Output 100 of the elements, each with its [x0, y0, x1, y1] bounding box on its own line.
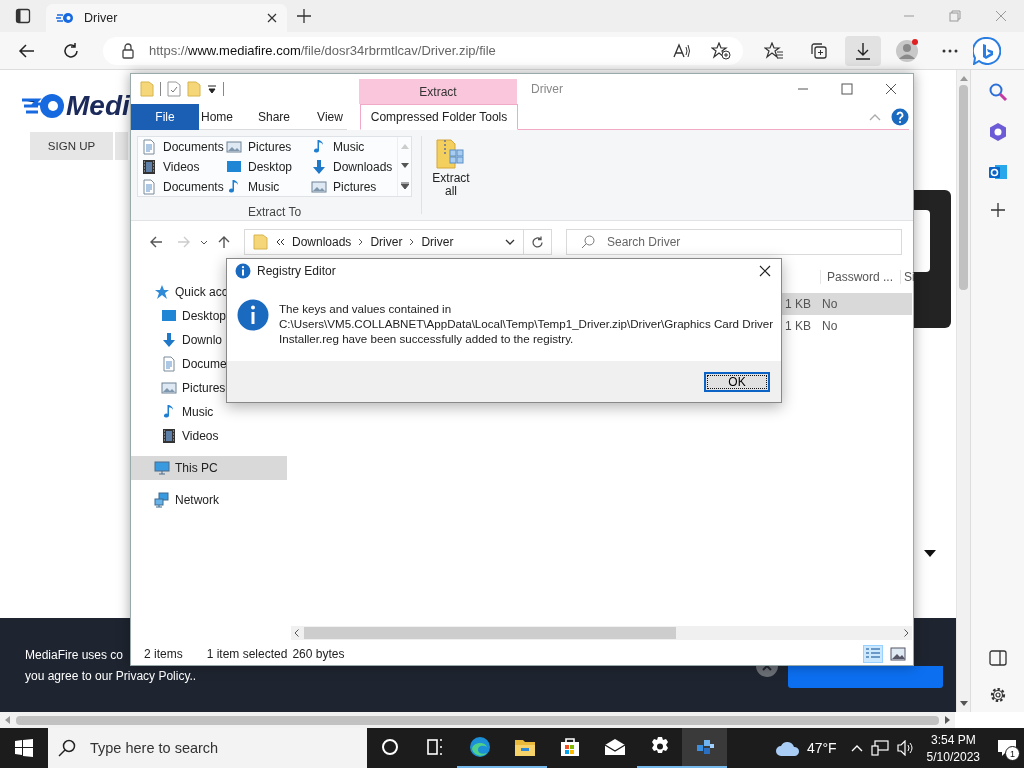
vertical-scrollbar[interactable] — [956, 70, 970, 712]
navigation-item[interactable]: Music — [131, 400, 287, 424]
horizontal-scrollbar[interactable] — [291, 626, 912, 640]
star-icon — [154, 284, 170, 300]
large-icons-view-button[interactable] — [888, 645, 908, 663]
navigation-item[interactable]: This PC — [131, 456, 287, 480]
new-tab-icon[interactable] — [297, 9, 311, 23]
overflow-chevron-icon[interactable] — [276, 238, 285, 246]
weather-temperature[interactable]: 47°F — [806, 740, 837, 756]
favorites-icon[interactable] — [764, 41, 784, 60]
column-header[interactable]: Password ... — [820, 270, 900, 284]
recent-dropdown-icon[interactable] — [200, 239, 208, 245]
window-title: Driver — [531, 82, 563, 96]
horizontal-scrollbar[interactable] — [0, 712, 955, 728]
network-icon[interactable] — [870, 740, 889, 756]
destination-item[interactable]: Pictures — [311, 177, 397, 197]
download-arrow-icon — [161, 332, 177, 348]
search-input[interactable]: Search Driver — [605, 234, 901, 250]
navigation-item[interactable]: Pictures — [131, 376, 287, 400]
navigation-item[interactable]: Network — [131, 488, 287, 512]
extract-all-button[interactable]: Extract all — [428, 136, 474, 208]
add-favorite-icon[interactable] — [711, 41, 731, 60]
read-aloud-icon[interactable] — [673, 42, 691, 59]
destination-item[interactable]: Documents — [141, 137, 226, 157]
close-tab-icon[interactable] — [267, 13, 277, 23]
search-icon — [58, 739, 76, 757]
refresh-button[interactable] — [524, 229, 552, 255]
clock-date[interactable]: 5/10/2023 — [926, 749, 980, 764]
windows-start-icon[interactable] — [15, 739, 33, 757]
refresh-icon[interactable] — [62, 41, 80, 60]
breadcrumb-item[interactable]: Driver — [421, 235, 454, 249]
scroll-left-icon[interactable] — [294, 629, 299, 637]
close-icon[interactable] — [885, 83, 897, 95]
destination-item[interactable]: Music — [311, 137, 397, 157]
download-arrow-icon — [311, 159, 327, 175]
properties-icon[interactable] — [167, 81, 181, 97]
customize-icon[interactable] — [207, 84, 217, 94]
scroll-right-icon[interactable] — [945, 716, 950, 724]
film-icon — [161, 428, 177, 444]
mail-app-icon[interactable] — [987, 162, 1008, 182]
scroll-right-icon[interactable] — [904, 629, 909, 637]
chevron-right-icon[interactable] — [358, 238, 364, 246]
downloads-button[interactable] — [845, 35, 881, 66]
status-text: 260 bytes — [292, 647, 345, 661]
sidebar-panel-icon[interactable] — [988, 650, 1007, 666]
more-icon[interactable] — [942, 48, 958, 53]
destination-item[interactable]: Downloads — [311, 157, 397, 177]
search-icon[interactable] — [987, 82, 1008, 102]
scrollbar-thumb[interactable] — [16, 715, 939, 725]
table-cell-text: 1 KB — [785, 297, 812, 311]
breadcrumb-item[interactable]: Driver — [370, 235, 403, 249]
network-icon — [154, 492, 170, 508]
back-icon[interactable] — [149, 235, 163, 249]
scroll-down-icon[interactable] — [400, 163, 409, 168]
breadcrumb-item[interactable]: Downloads — [292, 235, 352, 249]
destination-item[interactable]: Music — [226, 177, 311, 197]
sign-up-button[interactable]: SIGN UP — [30, 132, 113, 160]
address-field[interactable]: https://www.mediafire.com/file/dosr34rbrmtlcav/Driver.zip/file — [103, 36, 743, 65]
help-icon[interactable] — [891, 108, 909, 126]
add-icon[interactable] — [989, 202, 1006, 218]
collections-icon[interactable] — [810, 41, 828, 60]
clock-time[interactable]: 3:54 PM — [930, 732, 976, 747]
search-icon — [581, 235, 595, 249]
scroll-down-icon[interactable] — [959, 701, 968, 706]
more-icon[interactable] — [400, 182, 409, 189]
browser-icon[interactable] — [467, 735, 492, 759]
scrollbar-thumb[interactable] — [304, 627, 676, 639]
document-icon — [161, 356, 177, 372]
search-input[interactable]: Type here to search — [88, 739, 357, 757]
chat-bubble-icon[interactable] — [973, 36, 1001, 65]
hexagon-app-icon[interactable] — [987, 122, 1008, 142]
maximize-icon[interactable] — [841, 83, 853, 95]
tab-actions-icon[interactable] — [15, 8, 31, 24]
browser-tab[interactable]: Driver — [46, 4, 287, 32]
navigation-item[interactable]: Videos — [131, 424, 287, 448]
info-icon — [237, 299, 269, 331]
search-field[interactable]: Search Driver — [566, 229, 902, 255]
cloud-icon[interactable] — [774, 739, 801, 757]
profile-avatar[interactable] — [895, 38, 919, 63]
navigation-item[interactable]: Docume — [131, 352, 287, 376]
up-icon[interactable] — [217, 235, 231, 249]
address-bar[interactable]: Downloads Driver Driver — [244, 229, 524, 255]
destination-item[interactable]: Documents — [141, 177, 226, 197]
back-icon[interactable] — [18, 41, 36, 60]
dropdown-chevron-icon[interactable] — [505, 239, 515, 245]
close-icon[interactable] — [759, 265, 771, 277]
refresh-icon — [531, 235, 544, 249]
chevron-right-icon[interactable] — [409, 238, 415, 246]
ribbon-tab[interactable]: File — [131, 104, 199, 130]
scrollbar-thumb[interactable] — [959, 85, 968, 290]
search-field[interactable]: Type here to search — [48, 728, 367, 768]
destination-item[interactable]: Pictures — [226, 137, 311, 157]
ribbon-tab[interactable]: Compressed Folder Tools — [360, 104, 518, 130]
destination-item[interactable]: Desktop — [226, 157, 311, 177]
destination-item[interactable]: Videos — [141, 157, 226, 177]
caret-icon — [924, 549, 936, 557]
ok-button[interactable]: OK — [704, 371, 770, 392]
settings-icon[interactable] — [988, 686, 1007, 704]
speaker-icon[interactable] — [896, 740, 915, 756]
group-label: Extract To — [247, 205, 302, 219]
